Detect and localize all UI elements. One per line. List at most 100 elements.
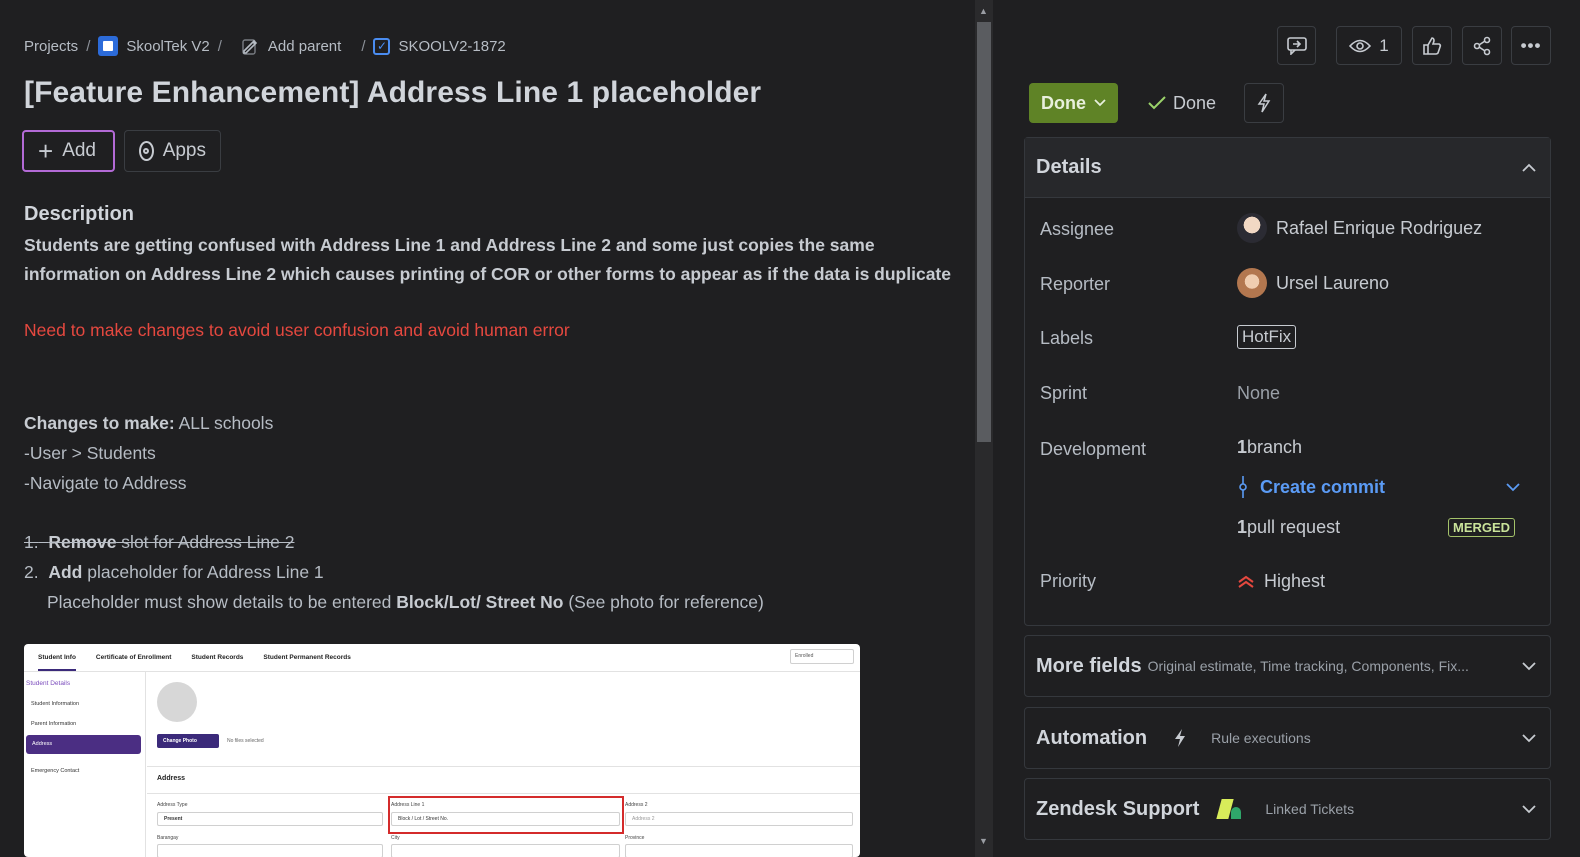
create-commit-label: Create commit: [1260, 476, 1386, 497]
assignee-value[interactable]: Rafael Enrique Rodriguez: [1237, 213, 1482, 243]
breadcrumb-projects[interactable]: Projects: [24, 38, 78, 55]
screenshot-label: Province: [625, 835, 645, 841]
lightning-icon: [1257, 93, 1271, 113]
screenshot-label: Barangay: [157, 835, 179, 841]
sprint-value[interactable]: None: [1237, 383, 1280, 404]
automation-header: Automation Rule executions: [1036, 727, 1311, 750]
screenshot-label: Address Type: [157, 802, 188, 808]
status-dropdown[interactable]: Done: [1029, 83, 1118, 123]
watch-button[interactable]: 1: [1336, 26, 1402, 65]
changes-line: Changes to make: ALL schools: [24, 408, 273, 438]
resolution-label: Done: [1173, 92, 1217, 113]
add-parent-link[interactable]: Add parent: [242, 37, 341, 55]
add-button[interactable]: + Add: [22, 130, 115, 172]
breadcrumb-project-label: SkoolTek V2: [126, 37, 210, 55]
apps-button[interactable]: Apps: [124, 130, 221, 172]
step-1-text: slot for Address Line 2: [116, 532, 295, 552]
vote-button[interactable]: [1412, 26, 1452, 65]
screenshot-side-title: Student Details: [26, 680, 71, 687]
zendesk-logo-icon: [1216, 797, 1245, 821]
chevron-down-icon[interactable]: [1506, 483, 1520, 492]
breadcrumb-project[interactable]: SkoolTek V2: [98, 36, 210, 56]
nav-step-1: -User > Students: [24, 443, 156, 463]
feedback-button[interactable]: [1277, 26, 1316, 65]
details-heading: Details: [1036, 156, 1102, 178]
step-2-text: placeholder for Address Line 1: [82, 562, 324, 582]
screenshot-tab: Student Info: [38, 654, 76, 671]
more-fields-header: More fields Original estimate, Time trac…: [1036, 655, 1469, 678]
apps-button-label: Apps: [162, 140, 206, 161]
reporter-name: Ursel Laureno: [1276, 272, 1390, 293]
step-2-detail-post: (See photo for reference): [563, 592, 764, 612]
labels-value[interactable]: HotFix: [1237, 325, 1297, 349]
reference-screenshot[interactable]: Student Info Certificate of Enrollment S…: [24, 644, 860, 857]
reporter-label: Reporter: [1040, 274, 1111, 294]
more-fields-summary: Original estimate, Time tracking, Compon…: [1147, 658, 1469, 674]
eye-icon: [1349, 39, 1372, 52]
priority-value[interactable]: Highest: [1237, 571, 1325, 592]
screenshot-tab: Student Permanent Records: [263, 654, 351, 661]
lightning-icon: [1175, 729, 1186, 747]
share-button[interactable]: [1462, 26, 1502, 65]
screenshot-field: [391, 844, 620, 857]
more-actions-button[interactable]: •••: [1511, 26, 1551, 65]
chevron-down-icon: [1522, 733, 1536, 742]
priority-label: Priority: [1040, 571, 1097, 591]
issue-main: Projects / SkoolTek V2 / Add parent / ✓ …: [0, 0, 975, 857]
pull-request-link[interactable]: 1 pull request: [1237, 517, 1340, 538]
commit-icon: [1239, 476, 1247, 498]
scroll-down-icon[interactable]: ▼: [979, 836, 988, 846]
scroll-up-icon[interactable]: ▲: [979, 6, 988, 16]
screenshot-side-item: Emergency Contact: [31, 768, 80, 774]
branch-link[interactable]: 1 branch: [1237, 437, 1302, 458]
resolution: Done: [1148, 93, 1216, 114]
avatar: [1237, 268, 1267, 298]
breadcrumb-issue[interactable]: ✓ SKOOLV2-1872: [373, 37, 506, 55]
breadcrumb: Projects / SkoolTek V2 / Add parent / ✓ …: [24, 35, 506, 57]
automation-panel[interactable]: Automation Rule executions: [1024, 707, 1551, 769]
screenshot-field: [625, 844, 853, 857]
create-commit-link[interactable]: Create commit: [1238, 476, 1385, 498]
more-dots-icon: •••: [1520, 35, 1542, 55]
labels-label: Labels: [1040, 328, 1094, 348]
branch-count: 1: [1237, 437, 1248, 457]
breadcrumb-separator: /: [217, 37, 222, 55]
chevron-down-icon: [1522, 804, 1536, 813]
step-2-detail-bold: Block/Lot/ Street No: [396, 592, 564, 612]
screenshot-label: City: [391, 835, 400, 841]
screenshot-tab: Certificate of Enrollment: [95, 654, 172, 661]
screenshot-section-title: Address: [147, 766, 860, 794]
label-tag[interactable]: HotFix: [1237, 325, 1297, 349]
zendesk-summary: Linked Tickets: [1265, 801, 1355, 817]
step-1-number: 1.: [24, 532, 39, 552]
screenshot-change-photo: Change Photo: [157, 734, 219, 748]
thumbs-up-icon: [1423, 36, 1442, 55]
reporter-value[interactable]: Ursel Laureno: [1237, 268, 1389, 298]
scrollbar-thumb[interactable]: [977, 22, 991, 442]
share-icon: [1473, 36, 1491, 55]
screenshot-field: [157, 844, 383, 857]
zendesk-panel[interactable]: Zendesk Support Linked Tickets: [1024, 778, 1551, 840]
issue-title[interactable]: [Feature Enhancement] Address Line 1 pla…: [24, 76, 761, 110]
screenshot-no-file: No files selected: [227, 738, 264, 744]
add-parent-label: Add parent: [267, 37, 342, 55]
apps-icon: [139, 141, 154, 161]
priority-name: Highest: [1264, 571, 1326, 591]
step-2-number: 2.: [24, 562, 39, 582]
description-warning[interactable]: Need to make changes to avoid user confu…: [24, 320, 570, 341]
feedback-icon: [1286, 36, 1307, 55]
screenshot-avatar: [157, 682, 197, 722]
step-1-verb: Remove: [48, 532, 117, 552]
zendesk-header: Zendesk Support Linked Tickets: [1036, 797, 1354, 821]
more-fields-panel[interactable]: More fields Original estimate, Time trac…: [1024, 635, 1551, 697]
details-header[interactable]: Details: [1025, 138, 1550, 198]
automation-button[interactable]: [1244, 83, 1284, 123]
pr-count: 1: [1237, 517, 1248, 537]
description-summary[interactable]: Students are getting confused with Addre…: [24, 231, 954, 289]
automation-summary: Rule executions: [1211, 730, 1311, 746]
step-2: 2. Add placeholder for Address Line 1: [24, 557, 764, 587]
description-heading: Description: [24, 203, 135, 225]
breadcrumb-separator: /: [361, 37, 366, 55]
steps-list: 1. Remove slot for Address Line 2 2. Add…: [24, 527, 764, 617]
main-scrollbar[interactable]: ▲ ▼: [975, 0, 993, 857]
